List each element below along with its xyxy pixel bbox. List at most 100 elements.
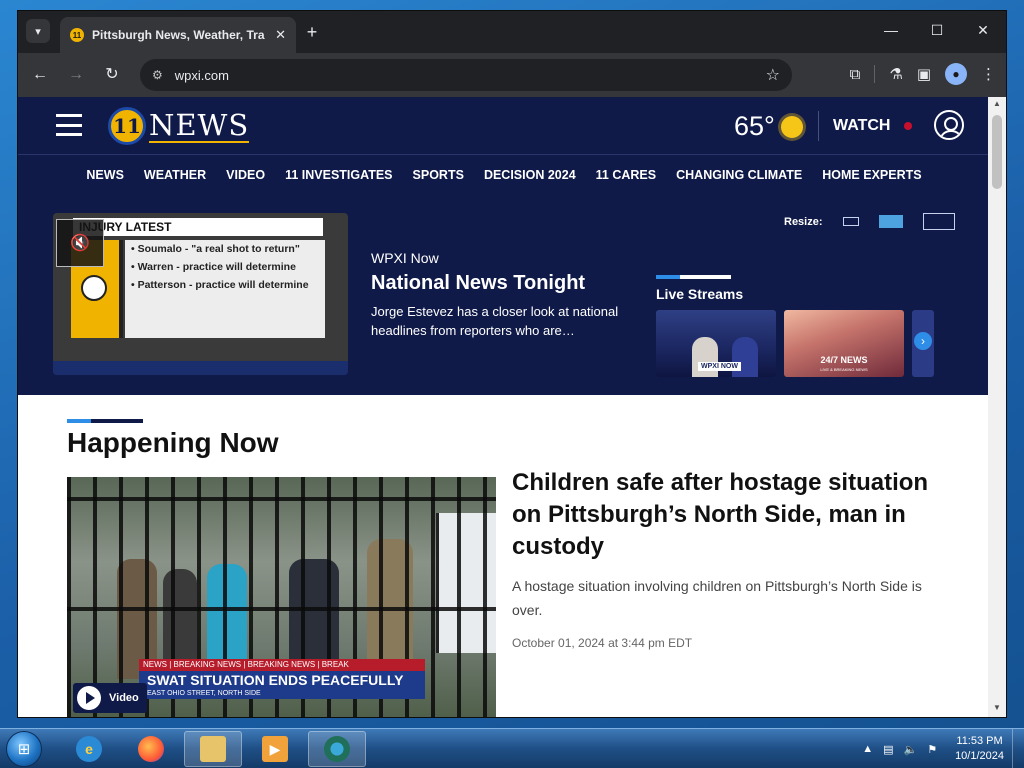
scroll-up-icon[interactable]: ▲ [988,99,1006,113]
resize-controls: Resize: [784,213,955,230]
anchor-figure [732,337,758,377]
address-bar[interactable]: ⚙ wpxi.com ☆ [140,59,792,91]
nav-item-11-cares[interactable]: 11 CARES [586,155,666,195]
reload-button[interactable]: ↻ [102,65,122,85]
featured-video-player[interactable]: INJURY LATEST • Soumalo - "a real shot t… [53,213,348,375]
maximize-button[interactable]: ☐ [914,11,960,49]
logo-mark: 11 [108,107,146,145]
resize-label: Resize: [784,215,823,228]
live-stream-card-24-7-news[interactable]: 24/7 NEWS LIVE & BREAKING NEWS [784,310,904,377]
story-headline[interactable]: Children safe after hostage situation on… [512,467,952,563]
active-tab[interactable]: 11 Pittsburgh News, Weather, Tra ✕ [60,17,296,53]
nav-item-sports[interactable]: SPORTS [403,155,474,195]
live-streams-accent-bar [656,275,731,279]
close-button[interactable]: ✕ [960,11,1006,49]
forward-button[interactable]: → [66,65,86,85]
now-playing-description: Jorge Estevez has a closer look at natio… [371,304,619,338]
volume-muted-icon[interactable]: 🔈 [903,743,917,756]
folder-icon [200,736,226,762]
show-hidden-icons-icon[interactable]: ▲ [862,743,873,755]
firefox-icon [138,736,164,762]
section-accent-bar [67,419,143,423]
new-tab-button[interactable]: + [302,22,322,42]
taskbar-firefox[interactable] [122,731,180,767]
taskbar-internet-explorer[interactable]: e [60,731,118,767]
video-badge-label: Video [109,692,139,704]
toolbar-icons: ⧉ ⚗ ▣ ● ⋮ [850,63,996,85]
page-scrollbar[interactable]: ▲ ▼ [988,97,1006,717]
ticker-subhead: EAST OHIO STREET, NORTH SIDE [139,689,425,699]
bookmark-star-icon[interactable]: ☆ [766,65,780,85]
nav-item-weather[interactable]: WEATHER [134,155,216,195]
nav-item-decision-2024[interactable]: DECISION 2024 [474,155,586,195]
weather-widget[interactable]: 65° [734,111,803,142]
header-divider [818,111,819,141]
scroll-down-icon[interactable]: ▼ [988,703,1006,717]
ticker-headline: SWAT SITUATION ENDS PEACEFULLY [139,671,425,689]
ticker-crawl: NEWS | BREAKING NEWS | BREAKING NEWS | B… [139,659,425,671]
network-icon[interactable]: ▤ [883,743,893,756]
hamburger-menu-icon[interactable] [56,114,82,136]
action-center-flag-icon[interactable]: ⚑ [927,743,937,756]
watch-label: WATCH [833,117,891,134]
browser-window: ▾ 11 Pittsburgh News, Weather, Tra ✕ + —… [17,10,1007,718]
site-info-icon[interactable]: ⚙ [152,68,163,82]
site-logo[interactable]: 11 NEWS [108,107,250,145]
nav-item-news[interactable]: NEWS [76,155,134,195]
minimize-button[interactable]: — [868,11,914,49]
resize-small-icon[interactable] [842,217,859,226]
favicon-icon: 11 [70,28,84,42]
now-playing-title[interactable]: National News Tonight [371,272,585,295]
browser-icon [324,736,350,762]
video-graphic-item: • Patterson - practice will determine [131,279,309,291]
side-panel-icon[interactable]: ▣ [917,65,931,83]
stream-label: WPXI NOW [698,362,741,371]
tab-search-button[interactable]: ▾ [26,19,50,43]
url-text: wpxi.com [174,67,229,83]
clock-time: 11:53 PM [956,735,1003,747]
show-desktop-button[interactable] [1012,729,1024,768]
anchor-figure [692,337,718,377]
system-clock[interactable]: 11:53 PM 10/1/2024 [955,734,1004,764]
taskbar-file-explorer[interactable] [184,731,242,767]
tab-title: Pittsburgh News, Weather, Tra [92,28,265,42]
scrollbar-thumb[interactable] [992,115,1002,189]
team-logo-icon [81,275,107,301]
temperature: 65° [734,111,775,141]
hero-band: INJURY LATEST • Soumalo - "a real shot t… [18,195,990,395]
muted-speaker-icon[interactable]: 🔇 [56,219,104,267]
system-tray: ▲ ▤ 🔈 ⚑ 11:53 PM 10/1/2024 [862,729,1024,768]
back-button[interactable]: ← [30,65,50,85]
extensions-icon[interactable]: ⧉ [850,66,861,83]
labs-flask-icon[interactable]: ⚗ [889,65,902,83]
nav-item-11-investigates[interactable]: 11 INVESTIGATES [275,155,402,195]
resize-medium-icon[interactable] [878,215,903,228]
live-streams-title: Live Streams [656,286,744,302]
logo-text: NEWS [149,108,250,143]
taskbar-media-player[interactable]: ▶ [246,731,304,767]
nav-item-changing-climate[interactable]: CHANGING CLIMATE [666,155,812,195]
user-account-icon[interactable] [934,110,964,140]
profile-avatar-icon[interactable]: ● [945,63,967,85]
internet-explorer-icon: e [76,736,102,762]
video-graphic-header: INJURY LATEST [73,218,323,236]
play-icon [77,686,101,710]
start-button-icon[interactable]: ⊞ [6,731,42,767]
carousel-next-icon[interactable]: › [914,332,932,350]
video-play-badge[interactable]: Video [73,683,147,713]
stream-label: 24/7 NEWS [820,355,868,365]
story-timestamp: October 01, 2024 at 3:44 pm EDT [512,636,693,650]
resize-large-icon[interactable] [922,213,955,230]
watch-button[interactable]: WATCH [833,117,913,135]
windows-taskbar: ⊞ e ▶ ▲ ▤ 🔈 ⚑ 11:53 PM 10/1/2024 [0,728,1024,768]
stream-sublabel: LIVE & BREAKING NEWS [820,367,868,372]
video-lower-third [53,361,348,375]
now-playing-eyebrow: WPXI Now [371,250,439,266]
live-stream-card-wpxi-now[interactable]: WPXI NOW [656,310,776,377]
nav-item-video[interactable]: VIDEO [216,155,275,195]
nav-item-home-experts[interactable]: HOME EXPERTS [812,155,931,195]
menu-kebab-icon[interactable]: ⋮ [981,65,996,83]
tab-close-icon[interactable]: ✕ [275,27,286,43]
taskbar-chrome[interactable] [308,731,366,767]
story-video-thumbnail[interactable]: NEWS | BREAKING NEWS | BREAKING NEWS | B… [67,477,496,717]
